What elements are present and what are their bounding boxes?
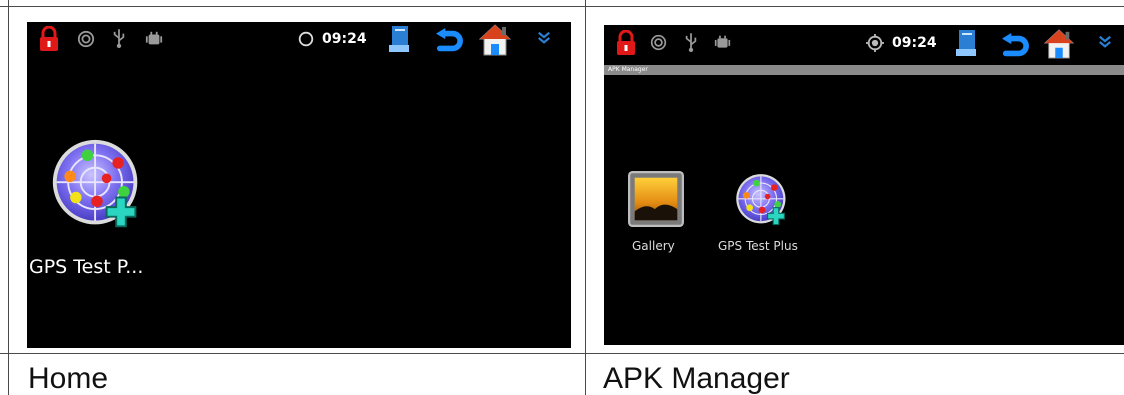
- notes-icon[interactable]: [954, 29, 978, 57]
- home-caption: Home: [28, 362, 109, 395]
- apk-app-gallery[interactable]: Gallery: [620, 171, 700, 261]
- apk-app-gps-test-plus[interactable]: GPS Test Plus: [712, 171, 812, 261]
- gps-fix-icon: [866, 34, 884, 52]
- expand-chevron-icon[interactable]: [537, 31, 551, 45]
- gps-test-plus-icon: [49, 138, 145, 234]
- table-left-border: [8, 0, 9, 395]
- sync-icon: [297, 30, 315, 48]
- home-icon[interactable]: [1044, 29, 1074, 59]
- home-screen: 09:24 GPS Test P...: [27, 22, 571, 348]
- gps-status-icon: [650, 34, 667, 51]
- gps-status-icon: [77, 30, 95, 48]
- gps-test-plus-icon: [734, 173, 790, 229]
- apk-status-bar: 09:24: [604, 25, 1124, 63]
- table-mid-border: [0, 353, 1124, 354]
- home-app-gps-test-plus[interactable]: GPS Test P...: [27, 138, 167, 278]
- home-clock: 09:24: [322, 31, 367, 47]
- home-status-bar: 09:24: [27, 22, 571, 58]
- apk-clock: 09:24: [892, 35, 937, 51]
- table-top-border: [0, 6, 1124, 7]
- apk-app-label-gallery: Gallery: [632, 239, 675, 253]
- apk-manager-screen: 09:24 APK Manager Gallery GPS Test Plus: [604, 25, 1124, 345]
- usb-icon: [684, 31, 698, 53]
- gallery-icon: [628, 171, 684, 227]
- table-center-divider: [585, 0, 586, 395]
- home-icon[interactable]: [479, 24, 511, 56]
- back-icon[interactable]: [433, 28, 465, 54]
- apk-title-bar: APK Manager: [604, 65, 1124, 75]
- expand-chevron-icon[interactable]: [1098, 35, 1112, 49]
- notes-icon[interactable]: [387, 25, 411, 53]
- lock-icon: [39, 26, 59, 52]
- usb-icon: [112, 27, 126, 49]
- apk-manager-caption: APK Manager: [603, 362, 790, 395]
- back-icon[interactable]: [999, 33, 1031, 59]
- android-debug-icon: [714, 34, 731, 51]
- lock-icon: [616, 30, 636, 56]
- apk-app-label-gps-test-plus: GPS Test Plus: [718, 239, 798, 253]
- android-debug-icon: [145, 30, 163, 48]
- home-app-label: GPS Test P...: [29, 256, 144, 278]
